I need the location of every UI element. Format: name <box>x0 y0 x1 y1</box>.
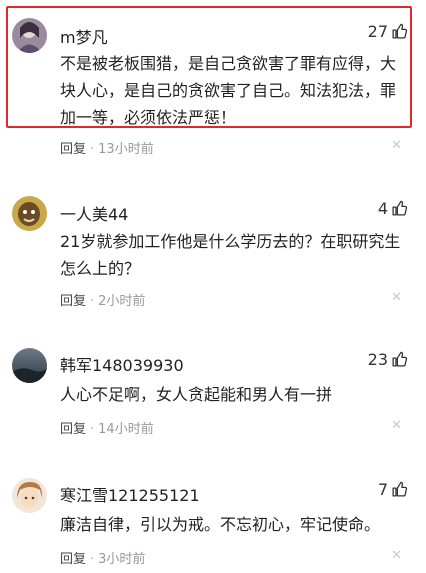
like-count: 7 <box>377 480 388 499</box>
comment-item: 寒江雪121255121 7 廉洁自律，引以为戒。不忘初心，牢记使命。 回复 · 3… <box>0 0 426 573</box>
avatar-image <box>12 478 47 513</box>
comment-meta: 回复 · 3小时前 <box>60 552 146 567</box>
like-button[interactable]: 7 <box>378 480 408 499</box>
thumbs-up-icon <box>392 481 408 497</box>
avatar[interactable] <box>12 478 47 513</box>
comment-time: 3小时前 <box>98 552 146 567</box>
comment-text: 廉洁自律，引以为戒。不忘初心，牢记使命。 <box>60 515 381 534</box>
comment-username[interactable]: 寒江雪121255121 <box>60 482 200 506</box>
close-icon[interactable]: ✕ <box>391 548 402 563</box>
reply-button[interactable]: 回复 <box>60 552 86 567</box>
